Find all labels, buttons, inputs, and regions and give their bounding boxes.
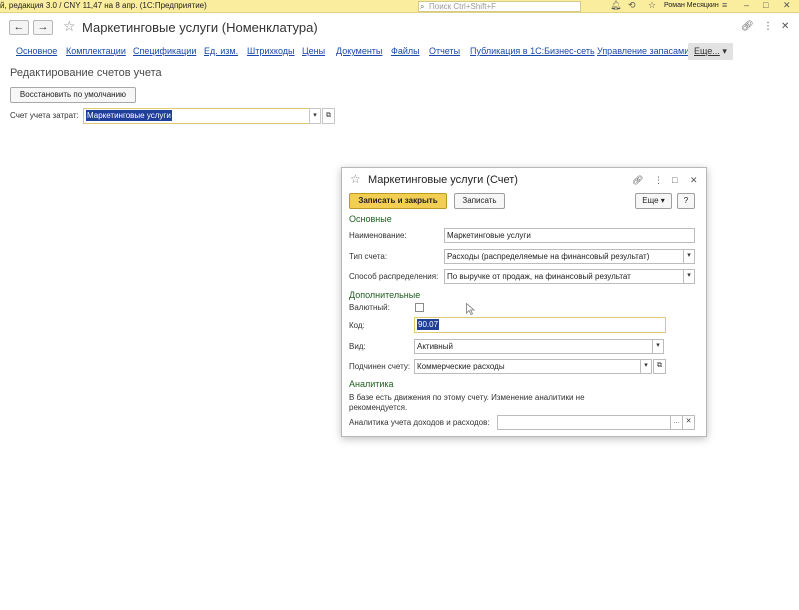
form-close-icon[interactable]: ✕: [781, 21, 789, 32]
distribution-dropdown-button[interactable]: ▾: [683, 269, 695, 284]
save-button[interactable]: Записать: [454, 193, 505, 209]
help-button[interactable]: ?: [677, 193, 695, 209]
tab-files[interactable]: Файлы: [391, 46, 420, 56]
tab-business-network[interactable]: Публикация в 1С:Бизнес-сеть: [470, 46, 595, 56]
account-dialog: ☆ Маркетинговые услуги (Счет) 🔗︎ ⋮ □ ✕ З…: [341, 167, 707, 437]
restore-default-button[interactable]: Восстановить по умолчанию: [10, 87, 136, 103]
code-label: Код:: [349, 321, 365, 330]
minimize-icon[interactable]: –: [744, 0, 749, 10]
distribution-select[interactable]: По выручке от продаж, на финансовый резу…: [444, 269, 684, 284]
analytics-clear-button[interactable]: ✕: [682, 415, 695, 430]
dropdown-arrow-icon: ▾: [687, 252, 691, 259]
bell-icon[interactable]: 🔔︎: [610, 0, 621, 11]
back-button[interactable]: ←: [9, 20, 29, 35]
tab-inventory[interactable]: Управление запасами: [597, 46, 689, 56]
cost-account-dropdown-button[interactable]: ▾: [309, 108, 321, 124]
maximize-icon[interactable]: □: [763, 0, 768, 10]
section-title: Редактирование счетов учета: [10, 67, 162, 79]
open-link-icon: ⧉: [657, 362, 662, 369]
chevron-down-icon: ▾: [722, 46, 727, 56]
tab-more-button[interactable]: Еще... ▾: [688, 43, 733, 60]
code-input[interactable]: 90.07: [414, 317, 666, 333]
form-title: Маркетинговые услуги (Номенклатура): [82, 20, 318, 35]
tab-kits[interactable]: Комплектации: [66, 46, 126, 56]
name-label: Наименование:: [349, 231, 407, 240]
mouse-cursor-icon: [466, 303, 475, 315]
dialog-link-icon[interactable]: 🔗︎: [632, 175, 643, 186]
app-title: й, редакция 3.0 / CNY 11,47 на 8 апр. (1…: [0, 1, 207, 10]
dropdown-arrow-icon: ▾: [656, 342, 660, 349]
name-input[interactable]: Маркетинговые услуги: [444, 228, 695, 243]
kind-label: Вид:: [349, 342, 366, 351]
currency-label: Валютный:: [349, 303, 390, 312]
account-type-select[interactable]: Расходы (распределяемые на финансовый ре…: [444, 249, 684, 264]
clear-icon: ✕: [685, 418, 692, 425]
currency-checkbox[interactable]: [415, 303, 424, 312]
user-name[interactable]: Роман Месяцкин: [664, 2, 719, 9]
arrow-left-icon: ←: [13, 21, 25, 33]
system-title-bar: й, редакция 3.0 / CNY 11,47 на 8 апр. (1…: [0, 0, 799, 13]
menu-icon[interactable]: ≡: [722, 0, 727, 10]
dropdown-arrow-icon: ▾: [644, 362, 648, 369]
search-icon: ⌕: [420, 2, 425, 11]
cost-account-input[interactable]: Маркетинговые услуги: [83, 108, 310, 124]
tab-prices[interactable]: Цены: [302, 46, 325, 56]
dialog-favorite-star-icon[interactable]: ☆: [350, 172, 361, 186]
global-search-input[interactable]: ⌕ Поиск Ctrl+Shift+F: [418, 1, 581, 12]
dialog-more-icon[interactable]: ⋮: [654, 175, 663, 186]
tab-documents[interactable]: Документы: [336, 46, 382, 56]
chevron-down-icon: ▾: [660, 196, 665, 205]
distribution-label: Способ распределения:: [349, 272, 439, 281]
dialog-maximize-icon[interactable]: □: [672, 175, 677, 185]
cost-account-open-button[interactable]: ⧉: [322, 108, 335, 124]
ellipsis-icon: …: [673, 418, 680, 425]
tab-main[interactable]: Основное: [16, 46, 57, 56]
cost-account-value: Маркетинговые услуги: [86, 110, 172, 121]
account-type-dropdown-button[interactable]: ▾: [683, 249, 695, 264]
cost-account-label: Счет учета затрат:: [10, 111, 79, 120]
analytics-warning-text: В базе есть движения по этому счету. Изм…: [349, 393, 585, 412]
kind-select[interactable]: Активный: [414, 339, 653, 354]
group-main-title: Основные: [349, 214, 392, 224]
close-icon[interactable]: ✕: [783, 0, 791, 11]
account-type-label: Тип счета:: [349, 252, 388, 261]
history-icon[interactable]: ⟲: [628, 0, 636, 11]
arrow-right-icon: →: [37, 21, 49, 33]
forward-button[interactable]: →: [33, 20, 53, 35]
tab-units[interactable]: Ед. изм.: [204, 46, 238, 56]
tab-more-label: Еще...: [694, 46, 720, 56]
analytics-label: Аналитика учета доходов и расходов:: [349, 418, 490, 427]
dialog-more-button[interactable]: Еще ▾: [635, 193, 672, 209]
parent-account-dropdown-button[interactable]: ▾: [640, 359, 652, 374]
tab-barcodes[interactable]: Штрихкоды: [247, 46, 294, 56]
link-icon[interactable]: 🔗︎: [741, 21, 754, 32]
open-link-icon: ⧉: [326, 112, 331, 119]
dropdown-arrow-icon: ▾: [313, 112, 317, 119]
tab-specifications[interactable]: Спецификации: [133, 46, 196, 56]
star-icon[interactable]: ☆: [648, 0, 656, 11]
group-additional-title: Дополнительные: [349, 290, 421, 300]
kind-dropdown-button[interactable]: ▾: [652, 339, 664, 354]
parent-account-input[interactable]: Коммерческие расходы: [414, 359, 641, 374]
dialog-close-icon[interactable]: ✕: [690, 175, 698, 186]
parent-account-label: Подчинен счету:: [349, 362, 411, 371]
analytics-input[interactable]: [497, 415, 671, 430]
save-and-close-button[interactable]: Записать и закрыть: [349, 193, 447, 209]
more-options-icon[interactable]: ⋮: [763, 21, 773, 32]
dialog-more-label: Еще: [642, 196, 659, 205]
tab-bar: Основное Комплектации Спецификации Ед. и…: [0, 43, 799, 60]
group-analytics-title: Аналитика: [349, 379, 394, 389]
dropdown-arrow-icon: ▾: [687, 272, 691, 279]
tab-reports[interactable]: Отчеты: [429, 46, 460, 56]
code-value: 90.07: [417, 319, 440, 330]
parent-account-open-button[interactable]: ⧉: [653, 359, 666, 374]
search-placeholder: Поиск Ctrl+Shift+F: [429, 2, 497, 11]
dialog-title: Маркетинговые услуги (Счет): [368, 174, 518, 186]
favorite-star-icon[interactable]: ☆: [63, 18, 76, 35]
